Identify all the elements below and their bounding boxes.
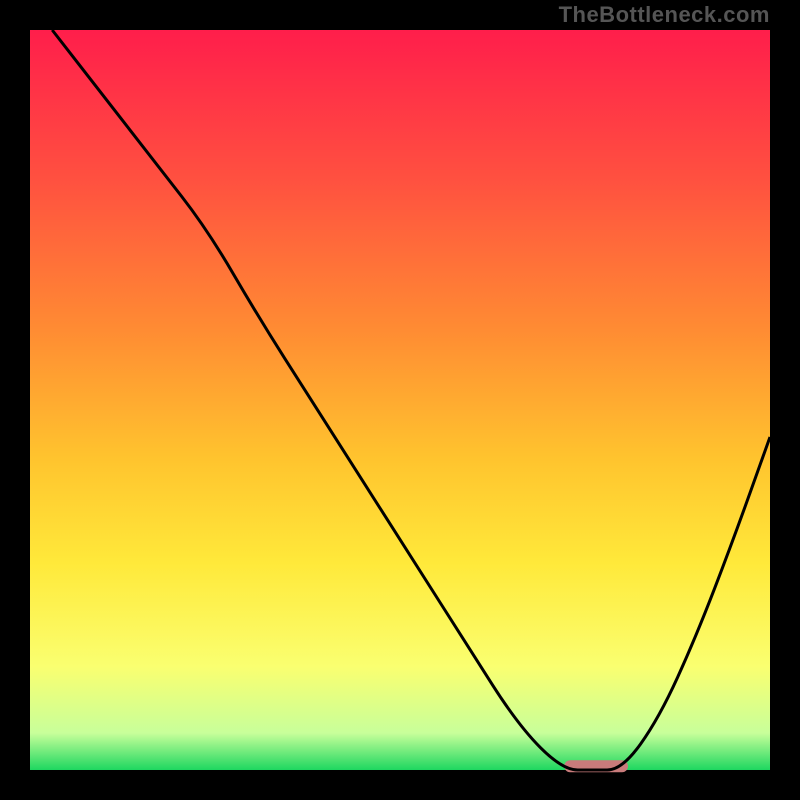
chart-container: TheBottleneck.com bbox=[0, 0, 800, 800]
watermark-text: TheBottleneck.com bbox=[559, 2, 770, 28]
bottleneck-chart bbox=[0, 0, 800, 800]
chart-background bbox=[30, 30, 770, 770]
